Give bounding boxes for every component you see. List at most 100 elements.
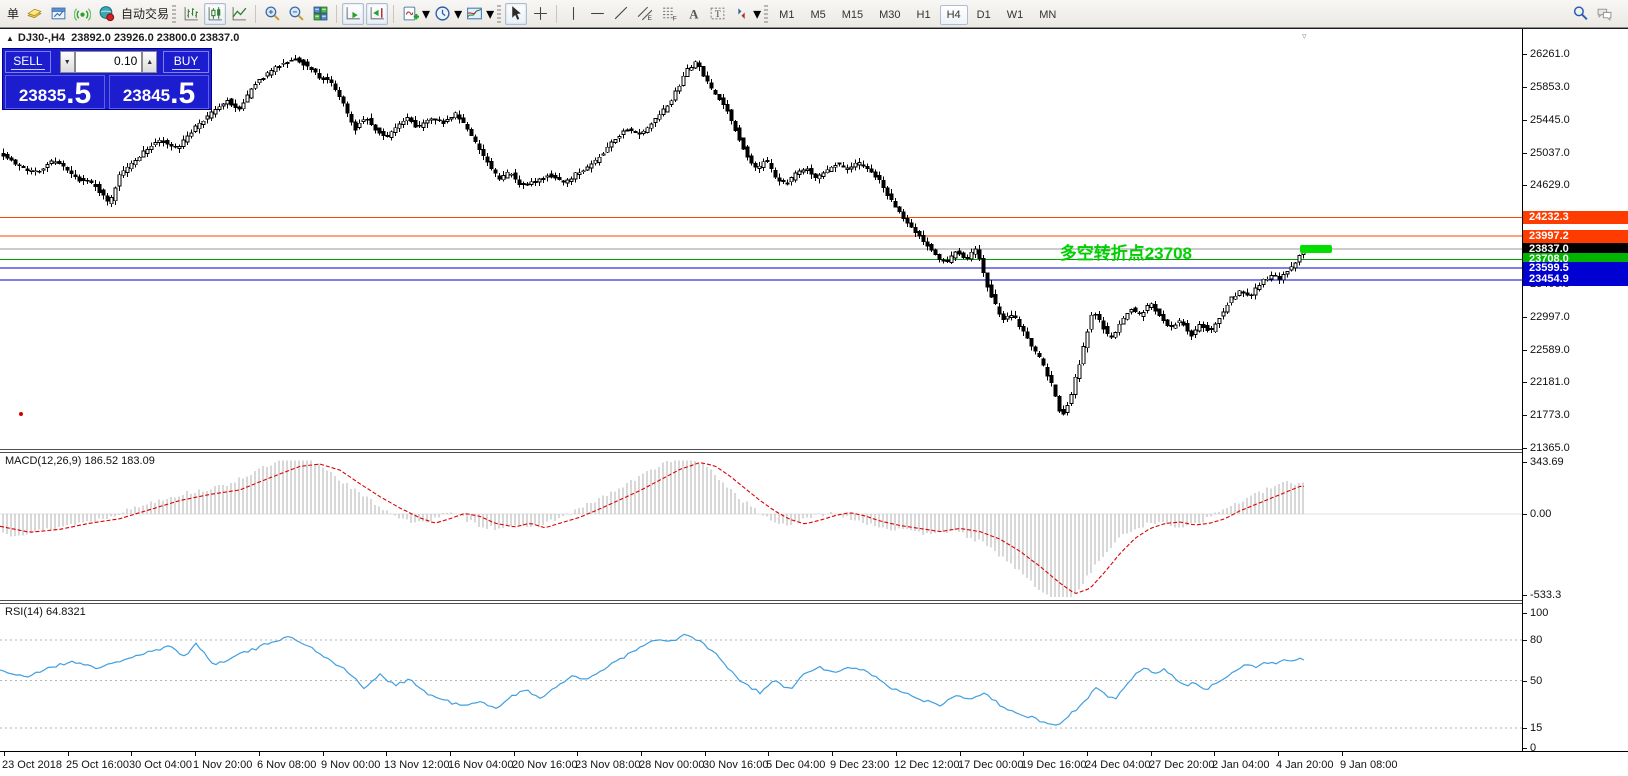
time-tick-mark (195, 752, 196, 756)
toolbar-right-group (1568, 3, 1624, 25)
fibonacci-tool-icon[interactable]: F (658, 3, 680, 25)
time-tick-label: 23 Oct 2018 (2, 759, 62, 771)
toolbar-separator (556, 5, 557, 23)
toolbar-separator (393, 5, 394, 23)
timeframe-button-d1[interactable]: D1 (970, 5, 998, 25)
add-indicator-icon[interactable] (399, 3, 421, 25)
price-tick: 22997.0 (1530, 310, 1570, 324)
price-line-label[interactable]: 24232.3 (1523, 211, 1628, 224)
tile-windows-icon[interactable] (309, 3, 331, 25)
timeframe-button-mn[interactable]: MN (1032, 5, 1063, 25)
time-tick-mark (1214, 752, 1215, 756)
time-tick-mark (450, 752, 451, 756)
new-order-icon[interactable] (23, 3, 45, 25)
pivot-annotation-marker[interactable] (1300, 245, 1332, 253)
rsi-pane[interactable]: RSI(14) 64.8321 (0, 604, 1522, 751)
macd-chart[interactable] (0, 453, 1522, 600)
rsi-label: RSI(14) 64.8321 (5, 606, 86, 618)
chart-end-marker-icon[interactable]: ▿ (1302, 31, 1307, 42)
sell-price-display[interactable]: 23835.5 (5, 75, 105, 109)
timeframe-button-w1[interactable]: W1 (1000, 5, 1031, 25)
timeframe-button-m15[interactable]: M15 (835, 5, 870, 25)
text-tool-icon[interactable]: A (682, 3, 704, 25)
line-chart-type-icon[interactable] (228, 3, 250, 25)
price-tick: 25037.0 (1530, 146, 1570, 160)
macd-tick: 0.00 (1530, 507, 1551, 521)
chat-icon[interactable] (1593, 3, 1615, 25)
time-tick-label: 17 Dec 00:00 (958, 759, 1023, 771)
sell-button[interactable]: SELL (5, 51, 51, 73)
add-indicator-caret[interactable]: ▾ (422, 4, 430, 24)
collapse-arrow-icon[interactable]: ▲ (6, 34, 14, 43)
time-tick-label: 2 Jan 04:00 (1212, 759, 1270, 771)
time-tick-label: 30 Oct 04:00 (129, 759, 192, 771)
chart-window-icon[interactable] (47, 3, 69, 25)
candlestick-chart-type-icon[interactable] (204, 3, 226, 25)
axis-tick-mark (1523, 681, 1527, 682)
trendline-tool-icon[interactable] (610, 3, 632, 25)
axis-tick-mark (1523, 120, 1527, 121)
price-line-label[interactable]: 23997.2 (1523, 230, 1628, 243)
auto-scroll-icon[interactable] (342, 3, 364, 25)
time-tick-label: 24 Dec 04:00 (1085, 759, 1150, 771)
time-tick-label: 12 Dec 12:00 (894, 759, 959, 771)
timeframe-button-m30[interactable]: M30 (872, 5, 907, 25)
auto-trading-icon[interactable] (95, 3, 117, 25)
price-line-label[interactable]: 23454.9 (1523, 273, 1628, 286)
axis-tick-mark (1523, 514, 1527, 515)
time-tick-mark (1087, 752, 1088, 756)
equidistant-channel-tool-icon[interactable]: E (634, 3, 656, 25)
timeframe-button-m1[interactable]: M1 (772, 5, 801, 25)
chart-shift-icon[interactable] (366, 3, 388, 25)
volume-input[interactable]: 0.10 (75, 51, 143, 73)
time-tick-mark (131, 752, 132, 756)
zoom-in-icon[interactable] (261, 3, 283, 25)
time-tick-label: 5 Dec 04:00 (766, 759, 825, 771)
periods-caret[interactable]: ▾ (454, 4, 462, 24)
time-tick-label: 16 Nov 04:00 (448, 759, 513, 771)
time-tick-label: 9 Dec 23:00 (830, 759, 889, 771)
timeframe-button-m5[interactable]: M5 (803, 5, 832, 25)
pivot-annotation-text[interactable]: 多空转折点23708 (1060, 239, 1192, 264)
signal-icon[interactable] (71, 3, 93, 25)
time-tick-mark (641, 752, 642, 756)
arrows-tool-icon[interactable] (730, 3, 752, 25)
buy-button[interactable]: BUY (163, 51, 209, 73)
axis-tick-mark (1523, 317, 1527, 318)
time-tick-mark (386, 752, 387, 756)
axis-tick-mark (1523, 382, 1527, 383)
horizontal-line-tool-icon[interactable] (586, 3, 608, 25)
volume-increase-button[interactable]: ▲ (142, 51, 157, 73)
timeframe-button-h1[interactable]: H1 (910, 5, 938, 25)
candlestick-chart[interactable] (0, 29, 1522, 449)
rsi-chart[interactable] (0, 604, 1522, 751)
crosshair-icon[interactable] (529, 3, 551, 25)
periods-icon[interactable] (431, 3, 453, 25)
time-tick-label: 4 Jan 20:00 (1276, 759, 1334, 771)
time-tick-label: 23 Nov 08:00 (575, 759, 640, 771)
vertical-line-tool-icon[interactable] (562, 3, 584, 25)
buy-price-display[interactable]: 23845.5 (109, 75, 209, 109)
new-order-label[interactable]: 单 (7, 5, 19, 22)
buy-price-main: 23845 (123, 87, 170, 104)
arrows-tool-caret[interactable]: ▾ (753, 4, 761, 24)
bar-chart-type-icon[interactable] (180, 3, 202, 25)
volume-decrease-button[interactable]: ▼ (60, 51, 75, 73)
price-axis[interactable]: 26261.025853.025445.025037.024629.024221… (1522, 29, 1628, 751)
one-click-trade-panel: SELL ▼ 0.10 ▲ BUY 23835.5 23845.5 (2, 48, 212, 110)
time-tick-label: 6 Nov 08:00 (257, 759, 316, 771)
search-icon[interactable] (1569, 3, 1591, 25)
auto-trading-label[interactable]: 自动交易 (121, 5, 169, 22)
time-axis[interactable]: 23 Oct 201825 Oct 16:0030 Oct 04:001 Nov… (0, 751, 1628, 776)
time-tick-label: 13 Nov 12:00 (384, 759, 449, 771)
text-label-tool-icon[interactable]: T (706, 3, 728, 25)
cursor-icon[interactable] (505, 3, 527, 25)
macd-pane[interactable]: MACD(12,26,9) 186.52 183.09 (0, 453, 1522, 600)
template-caret[interactable]: ▾ (486, 4, 494, 24)
ohlc-values: 23892.0 23926.0 23800.0 23837.0 (71, 32, 239, 44)
timeframe-button-h4[interactable]: H4 (940, 5, 968, 25)
zoom-out-icon[interactable] (285, 3, 307, 25)
template-icon[interactable] (463, 3, 485, 25)
svg-text:A: A (689, 7, 699, 21)
main-price-pane[interactable]: ▲DJ30-,H4 23892.0 23926.0 23800.0 23837.… (0, 29, 1522, 449)
